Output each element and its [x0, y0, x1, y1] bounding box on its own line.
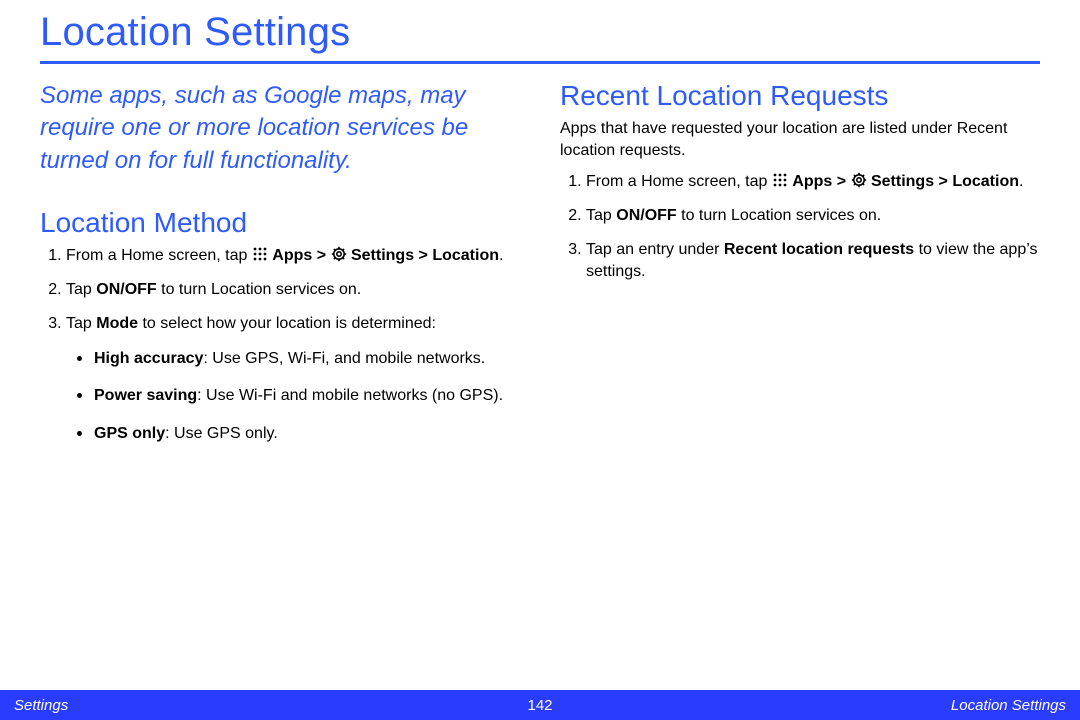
- text-bold: GPS only: [94, 425, 165, 442]
- content-area: Location Settings Some apps, such as Goo…: [0, 0, 1080, 457]
- footer-page-number: 142: [527, 697, 552, 714]
- step-item: Tap an entry under Recent location reque…: [586, 239, 1040, 283]
- steps-list-location-method: From a Home screen, tap Apps > Settings …: [40, 245, 520, 444]
- page-title: Location Settings: [40, 10, 1040, 55]
- intro-paragraph: Some apps, such as Google maps, may requ…: [40, 80, 520, 177]
- text-fragment: .: [499, 247, 503, 264]
- text-bold: ON/OFF: [96, 281, 156, 298]
- list-item: Power saving: Use Wi-Fi and mobile netwo…: [94, 382, 520, 407]
- text-bold: Settings > Location: [871, 173, 1019, 190]
- text-bold: High accuracy: [94, 350, 203, 367]
- section-heading-recent-requests: Recent Location Requests: [560, 80, 1040, 112]
- step-item: Tap ON/OFF to turn Location services on.: [586, 205, 1040, 227]
- text-fragment: to turn Location services on.: [157, 281, 362, 298]
- text-bold: Mode: [96, 315, 138, 332]
- step-text: From a Home screen, tap Apps > Settings …: [586, 173, 1023, 190]
- text-fragment: .: [1019, 173, 1023, 190]
- text-bold: Recent location requests: [724, 241, 914, 258]
- text-bold: ON/OFF: [616, 207, 676, 224]
- apps-grid-icon: [252, 246, 268, 262]
- title-rule: [40, 61, 1040, 64]
- left-column: Some apps, such as Google maps, may requ…: [40, 80, 520, 457]
- step-text: From a Home screen, tap Apps > Settings …: [66, 247, 503, 264]
- text-fragment: to select how your location is determine…: [138, 315, 436, 332]
- step-item: Tap ON/OFF to turn Location services on.: [66, 279, 520, 301]
- step-item: From a Home screen, tap Apps > Settings …: [66, 245, 520, 267]
- text-bold: Power saving: [94, 387, 197, 404]
- text-fragment: Tap: [586, 207, 616, 224]
- text-fragment: From a Home screen, tap: [586, 173, 772, 190]
- two-column-layout: Some apps, such as Google maps, may requ…: [40, 80, 1040, 457]
- right-column: Recent Location Requests Apps that have …: [560, 80, 1040, 457]
- footer-left: Settings: [14, 697, 68, 714]
- text-bold: Apps >: [792, 173, 850, 190]
- settings-gear-icon: [331, 246, 347, 262]
- text-fragment: : Use GPS only.: [165, 425, 278, 442]
- lead-paragraph: Apps that have requested your location a…: [560, 118, 1040, 161]
- section-heading-location-method: Location Method: [40, 207, 520, 239]
- mode-options-list: High accuracy: Use GPS, Wi-Fi, and mobil…: [66, 345, 520, 444]
- footer-right: Location Settings: [951, 697, 1066, 714]
- text-fragment: Tap an entry under: [586, 241, 724, 258]
- text-bold: Settings > Location: [351, 247, 499, 264]
- list-item: High accuracy: Use GPS, Wi-Fi, and mobil…: [94, 345, 520, 370]
- text-fragment: From a Home screen, tap: [66, 247, 252, 264]
- text-fragment: Tap: [66, 315, 96, 332]
- list-item: GPS only: Use GPS only.: [94, 420, 520, 445]
- page-footer: Settings 142 Location Settings: [0, 690, 1080, 720]
- text-fragment: Tap: [66, 281, 96, 298]
- text-bold: Apps >: [272, 247, 330, 264]
- settings-gear-icon: [851, 172, 867, 188]
- manual-page: Location Settings Some apps, such as Goo…: [0, 0, 1080, 720]
- steps-list-recent-requests: From a Home screen, tap Apps > Settings …: [560, 171, 1040, 283]
- step-item: From a Home screen, tap Apps > Settings …: [586, 171, 1040, 193]
- text-fragment: to turn Location services on.: [677, 207, 882, 224]
- text-fragment: : Use GPS, Wi-Fi, and mobile networks.: [203, 350, 485, 367]
- text-fragment: : Use Wi-Fi and mobile networks (no GPS)…: [197, 387, 503, 404]
- apps-grid-icon: [772, 172, 788, 188]
- step-item: Tap Mode to select how your location is …: [66, 313, 520, 444]
